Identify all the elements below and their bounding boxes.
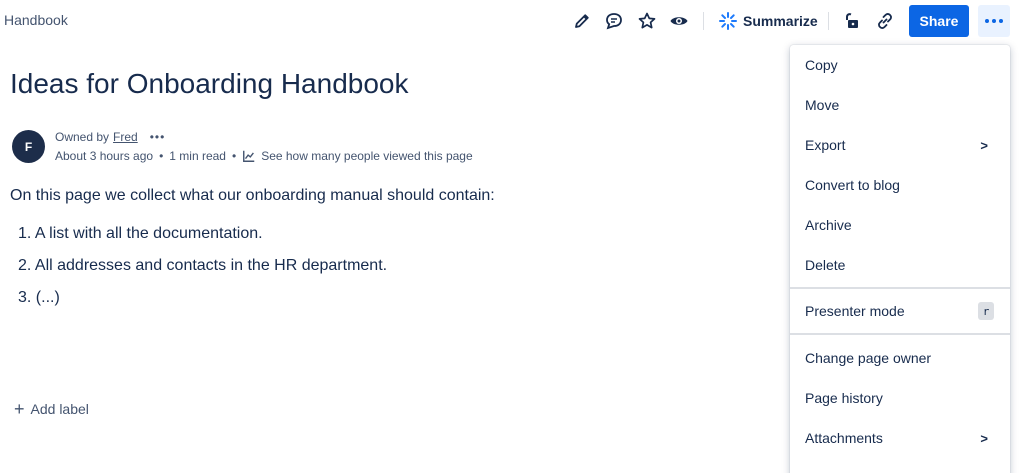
list-item: 3. (...) — [18, 289, 60, 306]
owned-by-label: Owned by — [55, 130, 110, 144]
chevron-right-icon: > — [980, 138, 988, 153]
menu-item-move[interactable]: Move — [790, 85, 1010, 125]
byline-owner: Owned by Fred ••• — [55, 130, 165, 144]
menu-item-label: Convert to blog — [805, 177, 900, 193]
menu-item-label: Copy — [805, 57, 838, 73]
dot-separator: • — [231, 149, 237, 163]
menu-item-attachments[interactable]: Attachments > — [790, 418, 1010, 458]
sparkle-icon — [719, 12, 737, 30]
edit-icon[interactable] — [571, 10, 593, 32]
link-icon[interactable] — [874, 10, 896, 32]
share-button[interactable]: Share — [909, 5, 969, 37]
more-actions-button[interactable] — [978, 5, 1010, 37]
menu-item-label: Attachments — [805, 430, 883, 446]
summarize-button[interactable]: Summarize — [718, 10, 818, 32]
list-item: 2. All addresses and contacts in the HR … — [18, 257, 388, 274]
menu-item-label: Page history — [805, 390, 883, 406]
breadcrumb[interactable]: Handbook — [4, 12, 68, 28]
menu-item-convert-to-blog[interactable]: Convert to blog — [790, 165, 1010, 205]
updated-time: About 3 hours ago — [55, 149, 154, 163]
keyboard-shortcut: r — [978, 302, 994, 320]
menu-divider — [790, 333, 1010, 335]
menu-item-archive[interactable]: Archive — [790, 205, 1010, 245]
add-label-button[interactable]: + Add label — [14, 399, 89, 419]
list-item: 1. A list with all the documentation. — [18, 225, 263, 242]
chevron-right-icon: > — [980, 431, 988, 446]
intro-paragraph: On this page we collect what our onboard… — [10, 187, 495, 204]
restrictions-icon[interactable] — [840, 10, 862, 32]
comment-icon[interactable] — [603, 10, 625, 32]
add-label-text: Add label — [30, 401, 89, 417]
content-list: 1. A list with all the documentation. 2.… — [18, 225, 387, 321]
plus-icon: + — [14, 399, 25, 419]
read-time: 1 min read — [169, 149, 226, 163]
menu-item-page-history[interactable]: Page history — [790, 378, 1010, 418]
views-text: See how many people viewed this page — [261, 149, 473, 163]
dot-separator: • — [159, 149, 164, 163]
menu-item-copy[interactable]: Copy — [790, 45, 1010, 85]
menu-item-label: Change page owner — [805, 350, 932, 366]
page-title: Ideas for Onboarding Handbook — [10, 68, 409, 99]
top-bar: Handbook Summarize Share — [0, 0, 1024, 42]
toolbar-divider — [703, 12, 704, 30]
star-icon[interactable] — [636, 10, 658, 32]
byline-meta: About 3 hours ago • 1 min read • See how… — [55, 149, 473, 163]
owner-link[interactable]: Fred — [113, 130, 138, 144]
menu-item-label: Delete — [805, 257, 846, 273]
analytics-icon — [243, 150, 255, 162]
more-actions-menu: Copy Move Export > Convert to blog Archiv… — [790, 45, 1010, 473]
menu-divider — [790, 287, 1010, 289]
menu-item-label: Move — [805, 97, 840, 113]
menu-item-change-page-owner[interactable]: Change page owner — [790, 338, 1010, 378]
menu-item-export[interactable]: Export > — [790, 125, 1010, 165]
more-dots-icon — [985, 19, 989, 23]
page-views-link[interactable]: See how many people viewed this page — [242, 149, 473, 163]
avatar[interactable]: F — [12, 130, 45, 163]
menu-item-presenter-mode[interactable]: Presenter mode r — [790, 291, 1010, 331]
menu-item-label: Presenter mode — [805, 303, 905, 319]
byline-more-icon[interactable]: ••• — [150, 130, 166, 144]
menu-item-label: Archive — [805, 217, 852, 233]
watch-icon[interactable] — [668, 10, 690, 32]
summarize-label: Summarize — [743, 13, 818, 29]
menu-item-label: Export — [805, 137, 846, 153]
menu-item-delete[interactable]: Delete — [790, 245, 1010, 285]
toolbar-divider — [828, 12, 829, 30]
